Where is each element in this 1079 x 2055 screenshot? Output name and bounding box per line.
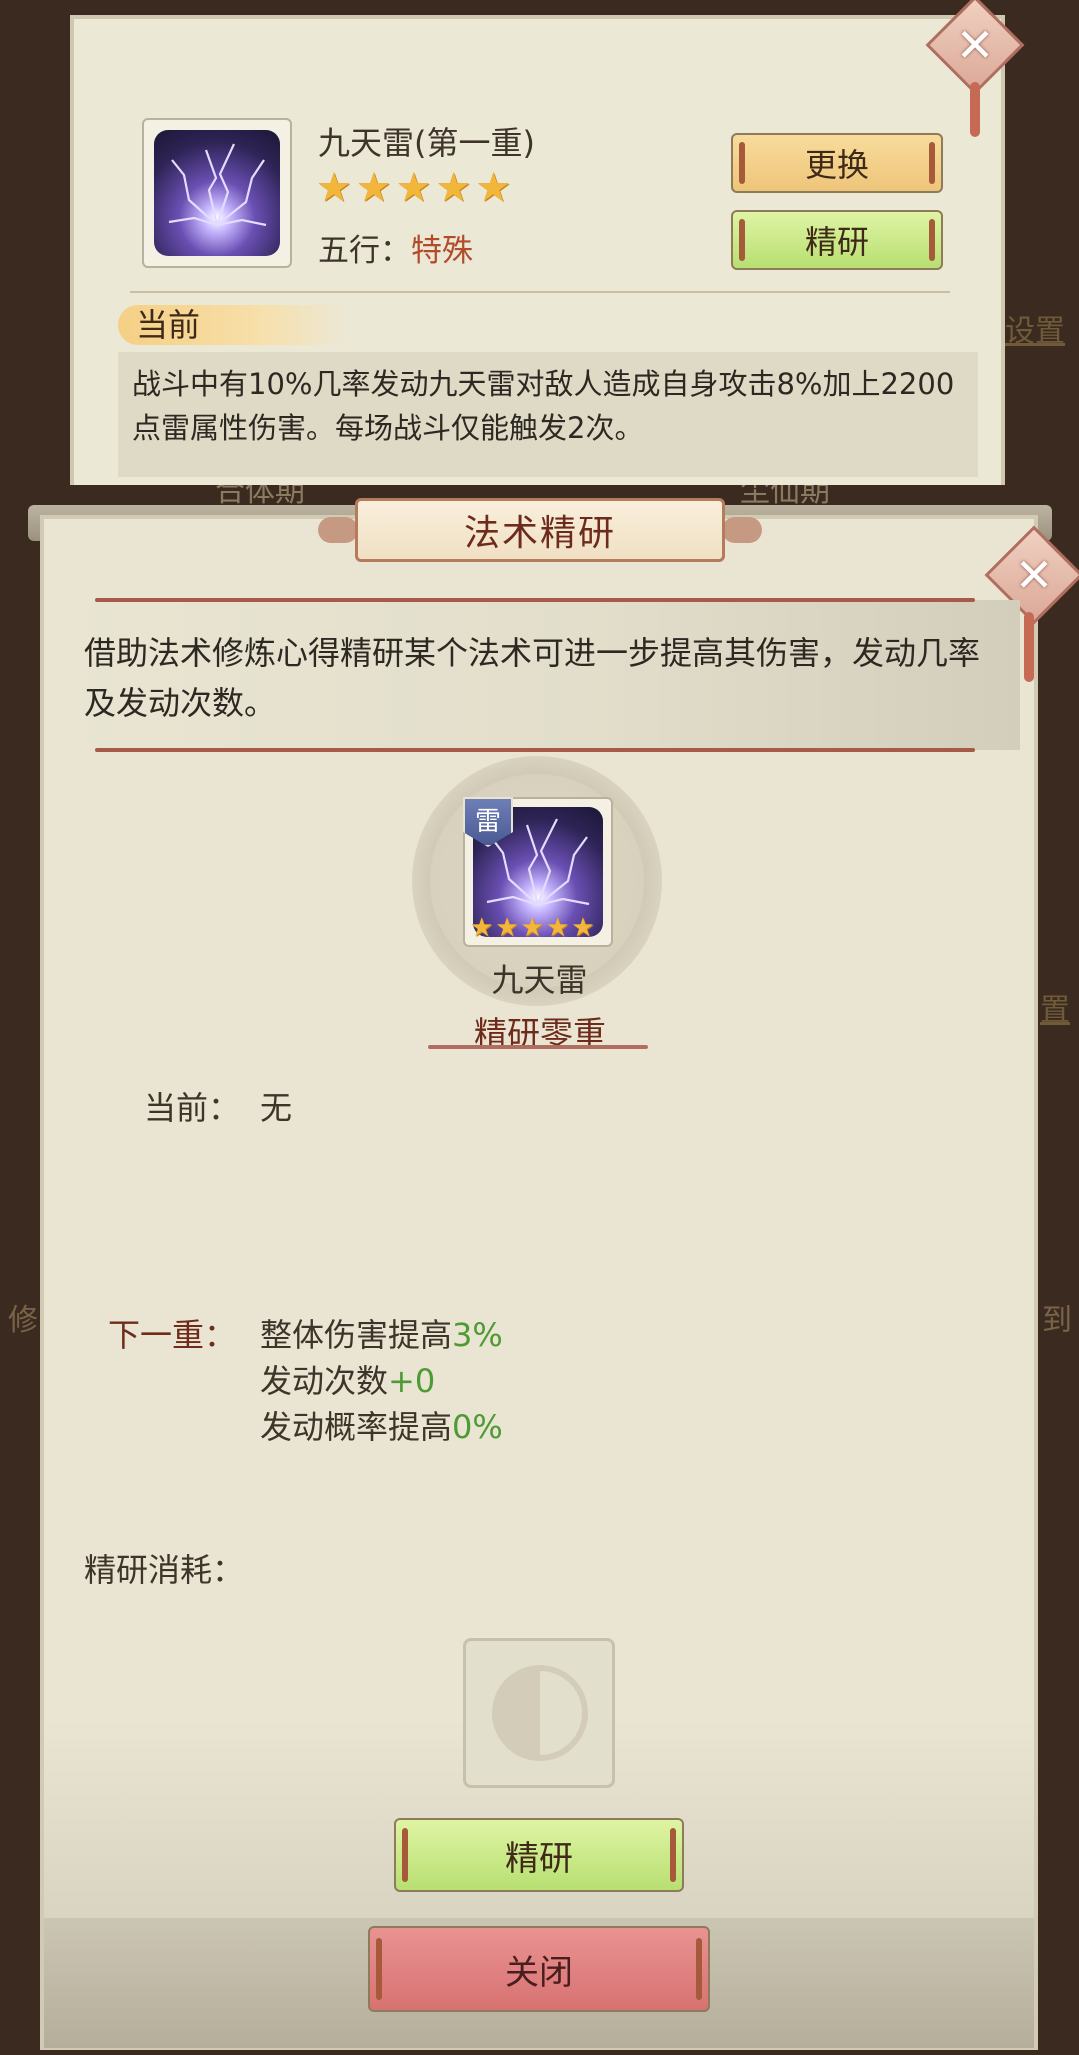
effect-text: 发动概率提高 xyxy=(260,1408,453,1446)
star-icon: ★ xyxy=(435,165,472,211)
star-icon: ★ xyxy=(316,165,352,211)
research-cost-label: 精研消耗： xyxy=(84,1551,245,1589)
star-icon: ★ xyxy=(395,165,432,211)
background-right-char: 到 xyxy=(1042,1303,1072,1338)
skill-element-line: 五行：特殊 xyxy=(318,225,473,270)
skill-description: 战斗中有10%几率发动九天雷对敌人造成自身攻击8%加上2200点雷属性伤害。每场… xyxy=(118,352,978,477)
level-underline xyxy=(428,1045,648,1049)
research-star-rating: ★ ★ ★ ★ ★ xyxy=(470,915,595,941)
title-ornament-left xyxy=(318,517,358,543)
intro-bottom-scroll xyxy=(95,748,975,752)
effect-value: +0 xyxy=(388,1362,436,1400)
dialog-title: 法术精研 xyxy=(463,513,616,554)
change-skill-button[interactable]: 更换 xyxy=(731,133,943,193)
current-section-tab: 当前 xyxy=(118,305,348,345)
close-icon: ✕ xyxy=(1014,548,1054,602)
skill-card-divider xyxy=(130,291,950,293)
confirm-research-button[interactable]: 精研 xyxy=(394,1818,684,1892)
tassel-decoration xyxy=(1024,612,1034,682)
skill-title: 九天雷(第一重) xyxy=(318,124,535,162)
next-effect-count: 发动次数+0 xyxy=(260,1356,435,1402)
dialog-title-plaque: 法术精研 xyxy=(355,498,725,562)
skill-star-rating: ★ ★ ★ ★ ★ xyxy=(316,168,511,208)
element-value: 特殊 xyxy=(411,233,473,269)
star-icon: ★ xyxy=(470,913,494,943)
star-icon: ★ xyxy=(495,913,519,943)
next-effect-damage: 整体伤害提高3% xyxy=(260,1310,503,1356)
current-effect-value: 无 xyxy=(260,1089,293,1127)
effect-value: 0% xyxy=(452,1408,503,1446)
background-left-char: 修 xyxy=(8,1303,38,1338)
current-section-label: 当前 xyxy=(136,306,201,344)
tassel-decoration xyxy=(970,82,980,137)
star-icon: ★ xyxy=(475,165,512,211)
star-icon: ★ xyxy=(520,913,544,943)
next-level-label: 下一重： xyxy=(108,1316,237,1354)
star-icon: ★ xyxy=(571,913,595,943)
effect-text: 发动次数 xyxy=(260,1362,389,1400)
effect-value: 3% xyxy=(452,1316,503,1354)
close-icon: ✕ xyxy=(955,18,995,72)
skill-icon-frame xyxy=(142,118,292,268)
star-icon: ★ xyxy=(355,165,392,211)
research-intro-text: 借助法术修炼心得精研某个法术可进一步提高其伤害，发动几率及发动次数。 xyxy=(84,634,981,722)
cost-item-slot[interactable] xyxy=(463,1638,615,1788)
current-effect-label: 当前： xyxy=(144,1089,241,1127)
research-skill-name: 九天雷 xyxy=(491,961,588,999)
element-label: 五行： xyxy=(318,233,411,269)
yin-yang-icon xyxy=(492,1665,588,1761)
title-ornament-right xyxy=(722,517,762,543)
effect-text: 整体伤害提高 xyxy=(260,1316,453,1354)
star-icon: ★ xyxy=(545,913,570,943)
close-dialog-button[interactable]: 关闭 xyxy=(368,1926,710,2012)
background-settings-link: 设置 xyxy=(1005,314,1065,349)
intro-top-scroll xyxy=(95,598,975,602)
next-effect-chance: 发动概率提高0% xyxy=(260,1402,503,1448)
research-skill-button[interactable]: 精研 xyxy=(731,210,943,270)
lightning-spell-icon xyxy=(154,130,280,256)
